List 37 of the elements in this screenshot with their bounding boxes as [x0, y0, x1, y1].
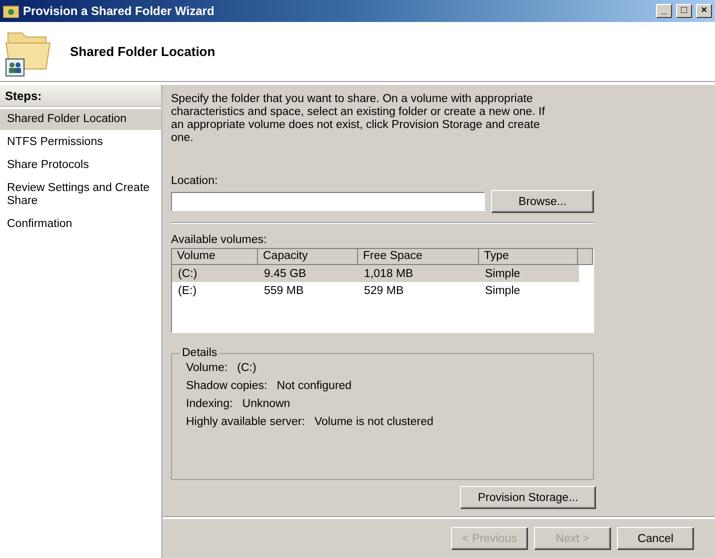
step-item[interactable]: Share Protocols [0, 155, 161, 176]
column-header[interactable]: Type [479, 249, 578, 265]
column-header[interactable]: Capacity [258, 249, 358, 265]
table-cell-text: 1,018 MB [363, 268, 414, 280]
column-header[interactable]: Free Space [358, 249, 479, 265]
volumes-label: Available volumes: [171, 234, 268, 246]
page-title: Shared Folder Location [70, 44, 216, 59]
window-title: Provision a Shared Folder Wizard [23, 4, 216, 18]
provision-storage-button[interactable]: Provision Storage... [460, 486, 596, 509]
column-header[interactable]: Volume [172, 249, 258, 265]
window-control-button[interactable]: □ [676, 4, 692, 18]
volume-row[interactable]: (C:) 9.45 GB 1,018 MB Simple [172, 265, 579, 282]
detail-text: Volume: (C:) [186, 362, 258, 374]
step-item[interactable]: NTFS Permissions [0, 132, 161, 153]
detail-text: Highly available server: Volume is not clustered [186, 416, 434, 428]
details-title: Details [181, 347, 218, 359]
table-cell-text: 559 MB [263, 284, 305, 296]
detail-text: Shadow copies: Not configured [186, 380, 353, 392]
window-control-button[interactable]: _ [656, 4, 672, 18]
location-label: Location: [171, 175, 219, 187]
window-control-button[interactable]: × [696, 4, 712, 18]
browse-button[interactable]: Browse... [491, 190, 594, 213]
step-item[interactable]: Confirmation [0, 214, 161, 235]
detail-text: Indexing: Unknown [186, 398, 292, 410]
table-cell-text: Simple [484, 268, 522, 280]
table-cell-text: (C:) [177, 268, 198, 280]
step-item[interactable]: Shared Folder Location [0, 109, 161, 130]
table-cell-text: 529 MB [363, 284, 405, 296]
location-field[interactable] [171, 192, 485, 211]
sidebar-heading: Steps: [0, 85, 161, 107]
folder-icon [3, 4, 19, 18]
table-cell-text: (E:) [177, 284, 198, 296]
table-cell-text: Simple [484, 284, 522, 296]
nav-button[interactable]: Cancel [617, 527, 694, 550]
intro-text: Specify the folder that you want to share. On a volume with appropriate characteristics and space, select an existing folder or create a new one. If an appropriate volume does not exist, click Provision Storage and create one. [171, 93, 546, 145]
table-cell-text: 9.45 GB [263, 268, 308, 280]
step-item[interactable]: Review Settings and Create Share [0, 178, 161, 212]
